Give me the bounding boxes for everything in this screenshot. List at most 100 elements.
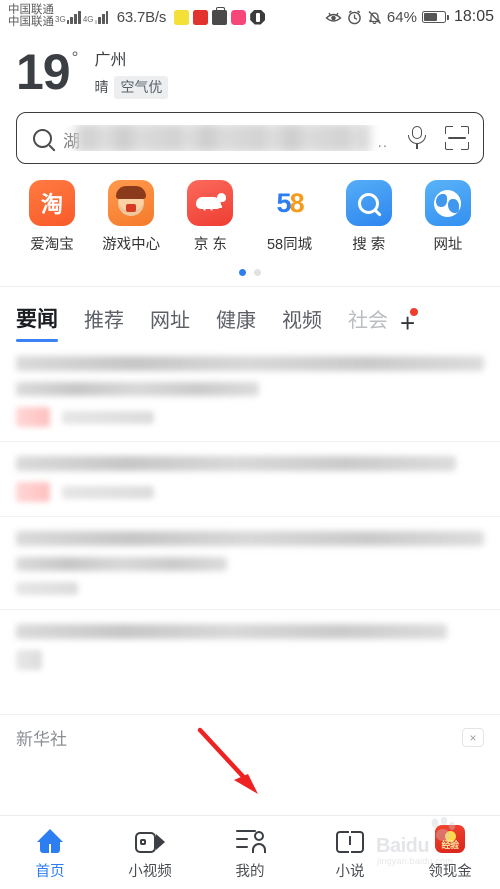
- tab-jiankang[interactable]: 健康: [216, 304, 256, 342]
- article-source-masked: [16, 582, 78, 595]
- weather-details: 广州 晴 空气优: [94, 46, 169, 99]
- bottom-navigation-bar: 首页 小视频 我的 小说 经验 领现金: [0, 815, 500, 889]
- source-bar: 新华社 ×: [0, 714, 500, 760]
- shortcut-58tongcheng[interactable]: 58 58同城: [256, 180, 324, 254]
- article-meta: [16, 650, 484, 670]
- article-title-masked: [16, 456, 456, 471]
- article-source-masked: [62, 485, 154, 499]
- app-yellow-icon: [174, 9, 190, 25]
- shortcut-taobao[interactable]: 淘 爱淘宝: [18, 180, 86, 254]
- signal-sim2: 4G: [82, 10, 110, 24]
- page-dot[interactable]: [254, 269, 261, 276]
- article-title-masked: [16, 557, 227, 571]
- article-tag-masked: [16, 407, 50, 427]
- nav-label: 我的: [235, 863, 265, 880]
- jd-icon: [187, 180, 234, 226]
- news-article-item[interactable]: [0, 442, 500, 517]
- eye-comfort-icon: [325, 12, 342, 22]
- article-meta: [16, 582, 484, 595]
- nav-label: 小视频: [128, 863, 172, 880]
- shortcut-jd[interactable]: 京 东: [176, 180, 244, 254]
- briefcase-icon: [212, 7, 228, 25]
- shortcut-game-center[interactable]: 游戏中心: [97, 180, 165, 254]
- weather-condition-row: 晴 空气优: [94, 75, 169, 99]
- article-meta: [16, 482, 484, 502]
- alarm-clock-icon: [348, 9, 361, 24]
- add-tab-button[interactable]: +: [400, 308, 419, 342]
- shortcut-label: 京 东: [193, 237, 227, 253]
- article-title-masked: [16, 531, 484, 546]
- network-type-sim2: 4G: [82, 14, 94, 24]
- tab-shipin[interactable]: 视频: [282, 304, 322, 342]
- book-icon: [336, 825, 364, 853]
- weather-temperature: 19: [16, 44, 71, 100]
- article-title-masked: [16, 382, 260, 396]
- nav-label: 首页: [35, 863, 65, 880]
- shortcut-label: 爱淘宝: [30, 237, 74, 253]
- tab-shehui[interactable]: 社会: [348, 304, 388, 342]
- status-clock: 18:05: [453, 8, 494, 25]
- tab-yaowen[interactable]: 要闻: [16, 303, 58, 342]
- home-icon: [36, 825, 64, 853]
- shortcut-grid: 淘 爱淘宝 游戏中心 京 东 58 58同城 搜 索 网址: [0, 164, 500, 254]
- signal-bars-sim1: [66, 10, 82, 24]
- 58tongcheng-icon: 58: [266, 180, 313, 226]
- page-dot-active[interactable]: [239, 269, 246, 276]
- tab-tuijian[interactable]: 推荐: [84, 304, 124, 342]
- signal-sim1: 3G: [55, 10, 82, 24]
- shortcut-label: 网址: [433, 237, 463, 253]
- degree-symbol: °: [71, 48, 79, 67]
- article-title-masked: [16, 624, 447, 639]
- profile-icon: [235, 825, 266, 853]
- game-center-icon: [108, 180, 155, 226]
- shortcut-website[interactable]: 网址: [414, 180, 482, 254]
- tab-wangzhi[interactable]: 网址: [150, 304, 190, 342]
- news-article-item[interactable]: [0, 610, 500, 670]
- search-section: 湖 ..: [0, 108, 500, 164]
- nav-item-profile[interactable]: 我的: [200, 825, 300, 881]
- carrier-sim2: 中国联通: [8, 16, 54, 28]
- shortcut-label: 搜 索: [352, 237, 386, 253]
- phone-screen: 中国联通 中国联通 3G 4G 63.7B/s 64% 18:05 19 ° 广…: [0, 0, 500, 889]
- news-article-item[interactable]: [0, 517, 500, 610]
- short-video-icon: [135, 825, 165, 853]
- network-type-sim1: 3G: [55, 14, 66, 24]
- air-quality-badge: 空气优: [114, 75, 169, 99]
- status-right-group: 64% 18:05: [325, 8, 494, 26]
- article-source-masked: [62, 410, 154, 424]
- nav-item-short-video[interactable]: 小视频: [100, 825, 200, 881]
- shortcut-search[interactable]: 搜 索: [335, 180, 403, 254]
- weather-widget[interactable]: 19 ° 广州 晴 空气优: [0, 34, 500, 108]
- qr-scan-icon[interactable]: [445, 126, 469, 150]
- page-indicator: [0, 254, 500, 276]
- search-app-icon: [345, 180, 392, 226]
- taobao-icon: 淘: [29, 180, 75, 226]
- app-octagon-icon: [250, 9, 266, 25]
- category-tab-bar: 要闻 推荐 网址 健康 视频 社会 +: [0, 286, 500, 342]
- article-title-masked: [16, 356, 484, 371]
- microphone-icon[interactable]: [406, 126, 428, 150]
- article-tag-masked: [16, 482, 50, 502]
- article-tag-masked: [16, 650, 42, 670]
- nav-item-cash-reward[interactable]: 经验 领现金: [400, 824, 500, 881]
- nav-item-home[interactable]: 首页: [0, 825, 100, 881]
- search-icon: [33, 128, 52, 148]
- news-article-item[interactable]: [0, 342, 500, 442]
- search-query-ellipsis: ..: [377, 134, 388, 151]
- close-icon[interactable]: ×: [462, 728, 484, 747]
- status-bar: 中国联通 中国联通 3G 4G 63.7B/s 64% 18:05: [0, 0, 500, 34]
- cash-reward-icon: 经验: [435, 824, 465, 853]
- search-input[interactable]: 湖 ..: [63, 125, 406, 151]
- nav-item-novel[interactable]: 小说: [300, 825, 400, 881]
- website-globe-icon: [424, 180, 471, 226]
- news-feed[interactable]: 新华社 ×: [0, 342, 500, 760]
- weather-condition: 晴: [94, 79, 109, 95]
- battery-icon: [421, 10, 449, 24]
- search-query-masked: [75, 125, 370, 151]
- article-meta: [16, 407, 484, 427]
- new-badge-dot: [410, 308, 419, 316]
- search-bar[interactable]: 湖 ..: [16, 112, 484, 164]
- carrier-names: 中国联通 中国联通: [8, 4, 54, 29]
- bell-muted-icon: [368, 10, 381, 24]
- nav-label: 领现金: [428, 863, 472, 880]
